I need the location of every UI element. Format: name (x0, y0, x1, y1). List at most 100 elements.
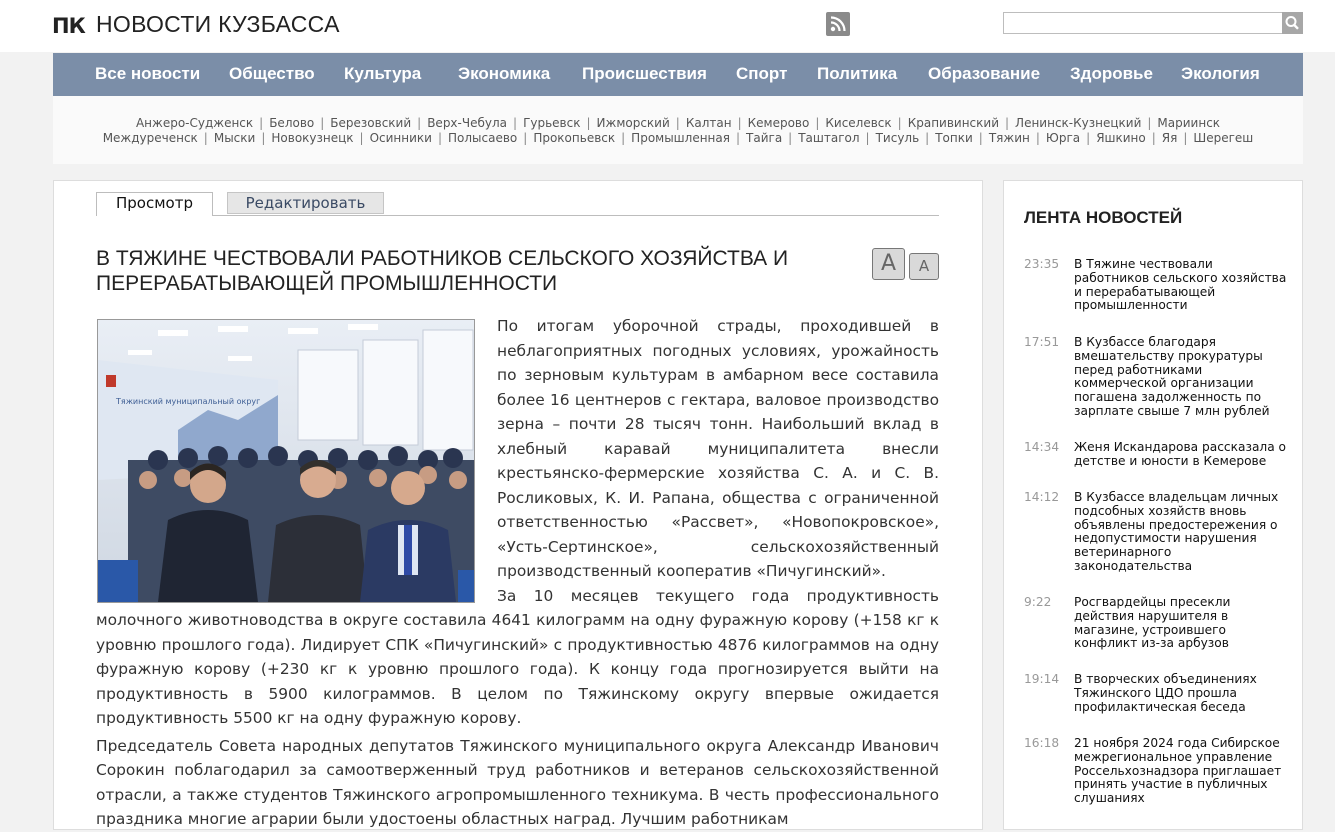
news-time: 14:34 (1024, 440, 1060, 454)
search-icon (1285, 16, 1299, 30)
nav-item-economy[interactable]: Экономика (458, 64, 550, 84)
city-separator: | (1035, 131, 1040, 145)
city-link[interactable]: Крапивинский (908, 116, 999, 130)
news-link[interactable]: В Тяжине чествовали работников сельского… (1074, 257, 1289, 313)
city-link[interactable]: Анжеро-Судженск (136, 116, 253, 130)
city-separator: | (815, 116, 820, 130)
city-separator: | (978, 131, 983, 145)
main-nav: Все новости Общество Культура Экономика … (53, 53, 1303, 96)
city-link[interactable]: Юрга (1046, 131, 1080, 145)
city-link[interactable]: Гурьевск (523, 116, 580, 130)
news-item[interactable]: 23:35 В Тяжине чествовали работников сел… (1024, 257, 1294, 318)
news-time: 23:35 (1024, 257, 1060, 271)
nav-item-education[interactable]: Образование (928, 64, 1040, 84)
news-item[interactable]: 19:14 В творческих объединениях Тяжинско… (1024, 672, 1294, 718)
city-link[interactable]: Таштагол (798, 131, 859, 145)
city-links-row-1: Анжеро-Судженск | Белово | Березовский | Верх-… (53, 116, 1303, 130)
font-decrease-button[interactable]: A (909, 253, 939, 280)
city-link[interactable]: Прокопьевск (533, 131, 615, 145)
city-link[interactable]: Ленинск-Кузнецкий (1015, 116, 1141, 130)
nav-item-politics[interactable]: Политика (817, 64, 897, 84)
news-item[interactable]: 9:22 Росгвардейцы пресекли действия нару… (1024, 595, 1294, 656)
news-link[interactable]: Женя Искандарова рассказала о детстве и … (1074, 440, 1289, 469)
city-link[interactable]: Белово (269, 116, 314, 130)
city-separator: | (1183, 131, 1188, 145)
tabs-divider (96, 215, 939, 216)
site-name[interactable]: НОВОСТИ КУЗБАССА (96, 11, 340, 38)
city-link[interactable]: Топки (935, 131, 973, 145)
font-increase-icon: A (880, 251, 897, 276)
news-time: 9:22 (1024, 595, 1052, 609)
city-link[interactable]: Мариинск (1157, 116, 1220, 130)
photo-banner-text: Тяжинский муниципальный округ (115, 397, 260, 406)
news-link[interactable]: Росгвардейцы пресекли действия нарушител… (1074, 595, 1289, 651)
news-link[interactable]: В Кузбассе владельцам личных подсобных х… (1074, 490, 1289, 574)
nav-item-society[interactable]: Общество (229, 64, 315, 84)
city-link[interactable]: Междуреченск (103, 131, 198, 145)
font-increase-button[interactable]: A (872, 248, 905, 280)
city-link[interactable]: Промышленная (631, 131, 730, 145)
city-separator: | (1005, 116, 1010, 130)
city-link[interactable]: Мыски (214, 131, 255, 145)
news-item[interactable]: 17:51 В Кузбассе благодаря вмешательству… (1024, 335, 1294, 419)
rss-icon[interactable] (826, 12, 850, 36)
city-link[interactable]: Яя (1162, 131, 1178, 145)
nav-item-incidents[interactable]: Происшествия (582, 64, 707, 84)
city-link[interactable]: Калтан (686, 116, 732, 130)
city-link[interactable]: Новокузнецк (271, 131, 353, 145)
news-item[interactable]: 16:18 21 ноября 2024 года Сибирское межр… (1024, 736, 1294, 807)
city-separator: | (737, 116, 742, 130)
news-time: 19:14 (1024, 672, 1060, 686)
city-link[interactable]: Ижморский (597, 116, 670, 130)
news-item[interactable]: 14:12 В Кузбассе владельцам личных подсо… (1024, 490, 1294, 574)
city-separator: | (320, 116, 325, 130)
city-link[interactable]: Кемерово (748, 116, 810, 130)
city-link[interactable]: Киселевск (825, 116, 891, 130)
nav-item-culture[interactable]: Культура (344, 64, 421, 84)
city-separator: | (417, 116, 422, 130)
article-photo[interactable]: Тяжинский муниципальный округ (97, 319, 475, 603)
article-title: В Тяжине чествовали работников сельского… (96, 247, 789, 295)
news-item[interactable]: 14:34 Женя Искандарова рассказала о детс… (1024, 440, 1294, 473)
nav-item-health[interactable]: Здоровье (1070, 64, 1153, 84)
article-paragraph-2: За 10 месяцев текущего года продуктивнос… (96, 586, 939, 728)
city-separator: | (586, 116, 591, 130)
city-separator: | (1147, 116, 1152, 130)
news-link[interactable]: В Кузбассе благодаря вмешательству проку… (1074, 335, 1289, 419)
city-separator: | (523, 131, 528, 145)
top-bar: ПК НОВОСТИ КУЗБАССА (0, 0, 1335, 52)
city-link[interactable]: Тисуль (876, 131, 920, 145)
nav-item-all-news[interactable]: Все новости (95, 64, 200, 84)
font-decrease-icon: A (918, 257, 930, 275)
site-logo-mark[interactable]: ПК (52, 14, 86, 38)
search-button[interactable] (1282, 12, 1303, 34)
city-link[interactable]: Тяжин (989, 131, 1030, 145)
city-separator: | (1086, 131, 1091, 145)
city-link[interactable]: Яшкино (1096, 131, 1146, 145)
news-link[interactable]: В творческих объединениях Тяжинского ЦДО… (1074, 672, 1289, 714)
news-time: 16:18 (1024, 736, 1060, 750)
city-separator: | (897, 116, 902, 130)
search-input[interactable] (1003, 12, 1283, 34)
city-separator: | (1151, 131, 1156, 145)
city-separator: | (261, 131, 266, 145)
city-link[interactable]: Осинники (370, 131, 432, 145)
tab-view[interactable]: Просмотр (96, 192, 213, 216)
news-link[interactable]: 21 ноября 2024 года Сибирское межрегиона… (1074, 736, 1289, 806)
city-separator: | (735, 131, 741, 145)
nav-item-sport[interactable]: Спорт (736, 64, 787, 84)
city-link[interactable]: Верх-Чебула (427, 116, 507, 130)
city-separator: | (865, 131, 870, 145)
city-link[interactable]: Полысаево (448, 131, 517, 145)
city-link[interactable]: Березовский (330, 116, 411, 130)
nav-item-ecology[interactable]: Экология (1181, 64, 1260, 84)
news-feed-title: ЛЕНТА НОВОСТЕЙ (1024, 208, 1183, 227)
article-paragraph-3: Председатель Совета народных депутатов Т… (96, 736, 939, 829)
news-time: 17:51 (1024, 335, 1060, 349)
article-panel: Просмотр Редактировать В Тяжине чествова… (53, 180, 983, 830)
city-link[interactable]: Шерегеш (1193, 131, 1253, 145)
tab-edit[interactable]: Редактировать (227, 192, 384, 214)
city-link[interactable]: Тайга (746, 131, 782, 145)
city-separator: | (359, 131, 364, 145)
news-feed-sidebar: ЛЕНТА НОВОСТЕЙ 23:35 В Тяжине чествовали… (1003, 180, 1303, 830)
